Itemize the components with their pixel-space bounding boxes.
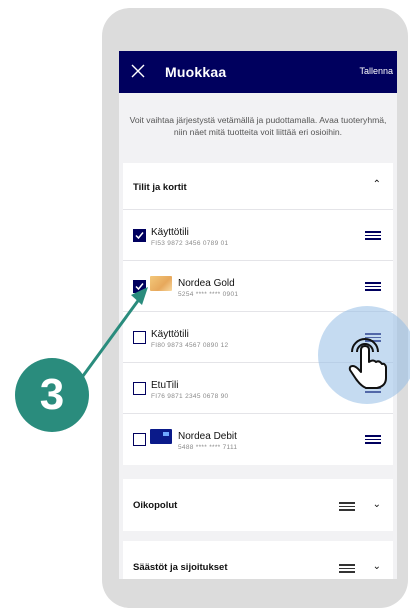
hand-pointer-icon [348, 338, 387, 389]
checkbox[interactable] [133, 382, 146, 395]
list-item[interactable]: Käyttötili FI53 9872 3456 0789 01 [123, 209, 393, 261]
drag-handle-icon[interactable] [365, 435, 381, 444]
section-shortcuts-header[interactable]: Oikopolut ⌄ [123, 479, 393, 531]
list-item[interactable]: Nordea Debit 5488 **** **** 7111 [123, 413, 393, 465]
chevron-down-icon[interactable]: ⌄ [373, 561, 381, 572]
drag-handle-icon[interactable] [339, 502, 355, 511]
gold-card-icon [150, 276, 172, 291]
item-name: Käyttötili [151, 227, 189, 238]
checkbox[interactable] [133, 331, 146, 344]
chevron-down-icon[interactable]: ⌄ [373, 499, 381, 510]
section-title: Säästöt ja sijoitukset [133, 562, 228, 573]
item-name: EtuTili [151, 380, 179, 391]
top-bar: Muokkaa Tallenna [119, 51, 397, 93]
item-number: FI80 9873 4567 0890 12 [151, 342, 229, 349]
item-name: Käyttötili [151, 329, 189, 340]
item-number: 5254 **** **** 0901 [178, 291, 239, 298]
checkbox[interactable] [133, 280, 146, 293]
chevron-up-icon[interactable]: ⌃ [373, 179, 381, 190]
item-number: 5488 **** **** 7111 [178, 444, 238, 451]
page-title: Muokkaa [165, 64, 227, 80]
section-accounts-header[interactable]: Tilit ja kortit ⌃ [123, 163, 393, 209]
save-button[interactable]: Tallenna [359, 66, 393, 76]
item-name: Nordea Gold [178, 278, 235, 289]
step-badge: 3 [15, 358, 89, 432]
item-name: Nordea Debit [178, 431, 237, 442]
checkbox[interactable] [133, 229, 146, 242]
section-title: Oikopolut [133, 500, 178, 511]
section-savings-header[interactable]: Säästöt ja sijoitukset ⌄ [123, 541, 393, 579]
item-number: FI53 9872 3456 0789 01 [151, 240, 229, 247]
section-title: Tilit ja kortit [133, 182, 187, 193]
checkbox[interactable] [133, 433, 146, 446]
intro-text: Voit vaihtaa järjestystä vetämällä ja pu… [129, 115, 387, 137]
list-item[interactable]: Nordea Gold 5254 **** **** 0901 [123, 260, 393, 312]
close-icon[interactable] [129, 62, 147, 80]
drag-handle-icon[interactable] [365, 282, 381, 291]
debit-card-icon [150, 429, 172, 444]
drag-handle-icon[interactable] [339, 564, 355, 573]
drag-handle-icon[interactable] [365, 231, 381, 240]
item-number: FI76 9871 2345 0678 90 [151, 393, 229, 400]
